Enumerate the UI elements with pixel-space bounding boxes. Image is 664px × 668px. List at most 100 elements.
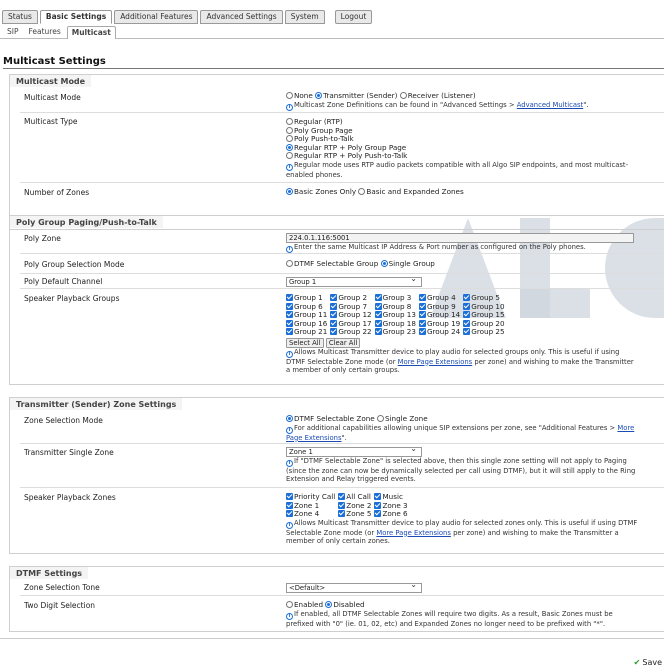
radio-basic-expanded-zones[interactable]: Basic and Expanded Zones	[358, 187, 464, 196]
hint-text: ".	[583, 100, 589, 109]
checkbox-checked-icon	[374, 302, 382, 310]
radio-single-zone[interactable]: Single Zone	[376, 414, 428, 423]
radio-dtmf-selectable-group[interactable]: DTMF Selectable Group	[286, 259, 378, 268]
radio-icon	[286, 135, 293, 142]
hint-text: For additional capabilities allowing uni…	[294, 423, 618, 432]
radio-transmitter[interactable]: Transmitter (Sender)	[315, 91, 397, 100]
field-label: Transmitter Single Zone	[24, 448, 114, 457]
poly-default-channel-select[interactable]: Group 1	[286, 275, 422, 287]
info-icon: i	[286, 521, 293, 529]
checkbox-checked-icon	[286, 493, 293, 500]
section-heading: Transmitter (Sender) Zone Settings	[10, 398, 183, 410]
checkbox-checked-icon	[463, 302, 471, 310]
info-icon: i	[286, 103, 293, 111]
field-label: Zone Selection Tone	[24, 583, 100, 592]
radio-icon	[286, 601, 293, 608]
field-label: Poly Default Channel	[24, 277, 103, 286]
zone-checkbox[interactable]: Zone 6	[374, 509, 408, 519]
option-label: Regular RTP + Poly Push-to-Talk	[294, 151, 408, 160]
checkbox-checked-icon	[286, 510, 293, 517]
checkbox-checked-icon	[286, 302, 293, 310]
option-label: Transmitter (Sender)	[323, 91, 398, 100]
hint-text: ".	[341, 433, 347, 442]
sub-navigation: SIP Features Multicast	[0, 25, 664, 39]
checkbox-checked-icon	[418, 328, 426, 335]
zones-checkbox-grid: Priority Call All Call Music Zone 1 Zone 2 Zo…	[286, 492, 408, 519]
subtab-sip[interactable]: SIP	[3, 26, 23, 39]
option-label: Disabled	[333, 600, 365, 609]
subtab-multicast[interactable]: Multicast	[66, 26, 116, 39]
radio-icon	[286, 92, 293, 99]
tab-status[interactable]: Status	[2, 10, 38, 24]
group-checkbox[interactable]: Group 21	[286, 327, 327, 337]
checkbox-checked-icon	[330, 311, 338, 318]
advanced-multicast-link[interactable]: Advanced Multicast	[517, 101, 583, 109]
option-label: Single Zone	[384, 414, 428, 423]
radio-dtmf-selectable-zone[interactable]: DTMF Selectable Zone	[286, 414, 375, 423]
radio-icon	[376, 415, 384, 422]
radio-enabled[interactable]: Enabled	[286, 600, 323, 609]
info-icon: i	[286, 612, 293, 620]
page-title: Multicast Settings	[3, 56, 106, 67]
checkbox-checked-icon	[418, 311, 426, 318]
tab-additional-features[interactable]: Additional Features	[114, 10, 199, 24]
section-multicast-mode: Multicast Mode Multicast Mode None Trans…	[9, 74, 664, 230]
checkbox-checked-icon	[330, 294, 338, 301]
field-label: Two Digit Selection	[24, 601, 96, 610]
field-label: Zone Selection Mode	[24, 416, 103, 425]
radio-single-group[interactable]: Single Group	[380, 259, 435, 268]
radio-icon	[286, 260, 293, 267]
row-poly-group-selection-mode: Poly Group Selection Mode DTMF Selectabl…	[20, 254, 664, 274]
tab-basic-settings[interactable]: Basic Settings	[39, 10, 113, 24]
more-page-extensions-link[interactable]: More Page Extensions	[398, 358, 473, 366]
radio-icon	[358, 188, 366, 195]
section-transmitter-zone-settings: Transmitter (Sender) Zone Settings Zone …	[9, 397, 664, 554]
save-button[interactable]: ✔ Save	[634, 658, 662, 667]
checkbox-checked-icon	[418, 294, 426, 301]
group-checkbox[interactable]: Group 23	[374, 327, 416, 337]
clear-all-button[interactable]: Clear All	[325, 337, 361, 348]
transmitter-single-zone-select[interactable]: Zone 1	[286, 445, 422, 457]
checkbox-checked-icon	[374, 311, 382, 318]
radio-receiver[interactable]: Receiver (Listener)	[399, 91, 476, 100]
group-checkbox[interactable]: Group 25	[463, 327, 505, 337]
zone-selection-tone-select[interactable]: <Default>	[286, 581, 422, 593]
zone-checkbox[interactable]: Zone 4	[286, 509, 335, 519]
select-all-button[interactable]: Select All	[286, 337, 324, 348]
checkbox-checked-icon	[286, 294, 293, 301]
checkbox-label: Zone 6	[382, 509, 408, 518]
checkbox-checked-icon	[463, 294, 471, 301]
tab-system[interactable]: System	[284, 10, 325, 24]
checkbox-label: Group 23	[382, 327, 416, 336]
field-label: Poly Group Selection Mode	[24, 260, 125, 269]
checkbox-label: Group 22	[338, 327, 372, 336]
footer-bar: ✔ Save	[0, 638, 664, 668]
checkbox-checked-icon	[374, 319, 382, 327]
radio-rtp-poly-push-to-talk[interactable]: Regular RTP + Poly Push-to-Talk	[286, 151, 660, 161]
radio-basic-zones[interactable]: Basic Zones Only	[286, 187, 356, 196]
option-label: DTMF Selectable Group	[294, 259, 379, 268]
option-label: None	[294, 91, 313, 100]
section-dtmf-settings: DTMF Settings Zone Selection Tone <Defau…	[9, 566, 664, 632]
radio-disabled[interactable]: Disabled	[325, 600, 365, 609]
radio-selected-icon	[286, 188, 293, 195]
zone-checkbox[interactable]: Zone 5	[338, 509, 371, 519]
radio-icon	[286, 126, 293, 134]
group-checkbox[interactable]: Group 22	[330, 327, 372, 337]
tab-advanced-settings[interactable]: Advanced Settings	[200, 10, 283, 24]
logout-button[interactable]: Logout	[334, 10, 373, 24]
checkbox-checked-icon	[374, 493, 382, 500]
field-label: Poly Zone	[24, 234, 61, 243]
poly-zone-input[interactable]: 224.0.1.116:5001	[286, 233, 634, 243]
option-label: Basic Zones Only	[294, 187, 357, 196]
group-checkbox[interactable]: Group 24	[418, 327, 460, 337]
radio-none[interactable]: None	[286, 91, 313, 100]
section-heading: DTMF Settings	[10, 567, 89, 579]
checkbox-checked-icon	[338, 510, 346, 517]
subtab-features[interactable]: Features	[25, 26, 65, 39]
checkbox-checked-icon	[338, 493, 346, 500]
more-page-extensions-link[interactable]: More Page Extensions	[376, 529, 451, 537]
row-speaker-playback-zones: Speaker Playback Zones Priority Call All …	[20, 488, 664, 554]
info-icon: i	[286, 246, 293, 253]
top-navigation: Status Basic Settings Additional Feature…	[0, 0, 664, 26]
